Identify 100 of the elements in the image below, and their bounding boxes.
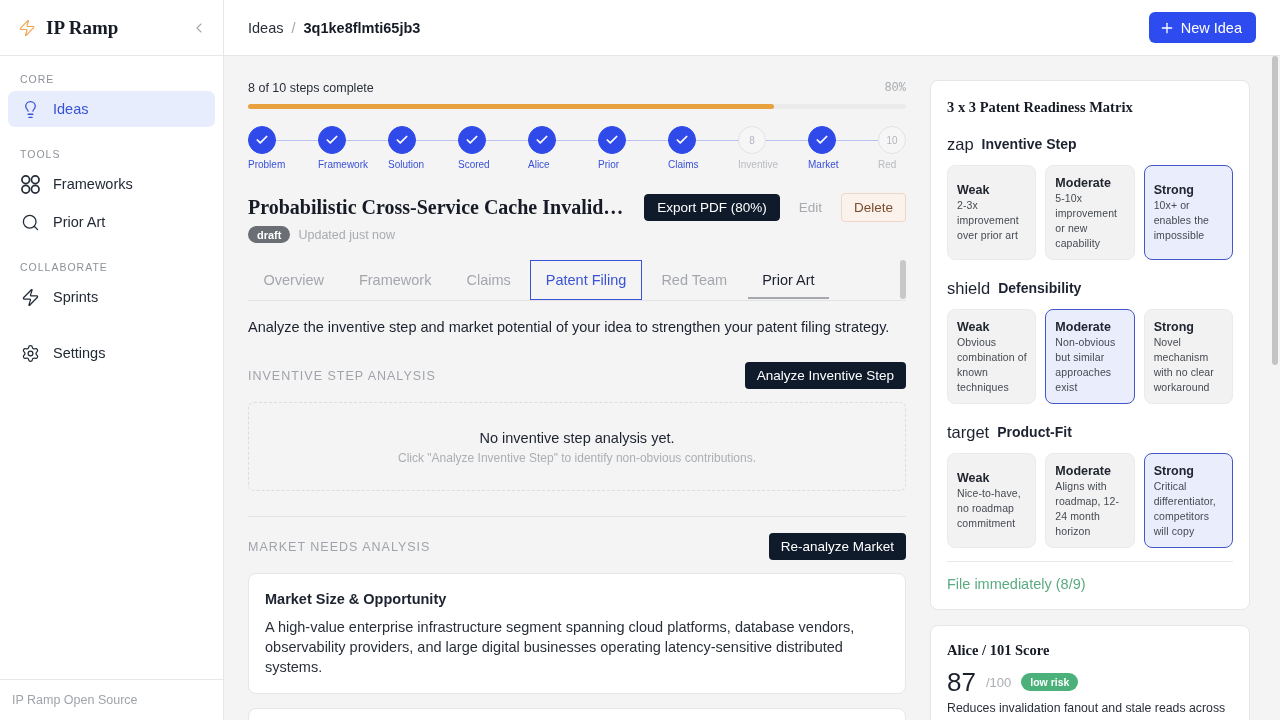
progress-percent: 80% [884, 81, 906, 95]
step-connector [416, 140, 458, 141]
updated-text: Updated just now [298, 227, 396, 242]
action-button[interactable]: Delete [840, 193, 906, 222]
step-connector [836, 140, 878, 141]
option-description: 2-3x improvement over prior art [957, 198, 1020, 243]
option-description: Non-obvious but similar approaches exist [1055, 334, 1117, 395]
matrix-option[interactable]: Strong Novel mechanism with no clear workaround [1143, 309, 1233, 404]
nav-item[interactable]: Settings [8, 335, 215, 371]
card-title: Alice / 101 Score [947, 641, 1051, 659]
analyze-button[interactable]: Analyze Inventive Step [744, 362, 906, 389]
check-icon [535, 133, 549, 147]
section-heading: INVENTIVE STEP ANALYSIS [248, 368, 436, 383]
breadcrumb-link[interactable]: Ideas [248, 19, 284, 36]
verdict-text: File immediately (8/9) [947, 575, 1087, 594]
check-icon [675, 133, 689, 147]
option-name: Strong [1153, 182, 1195, 198]
breadcrumb-separator: / [291, 19, 296, 36]
nav-item[interactable]: Ideas [8, 91, 215, 127]
option-name: Strong [1153, 462, 1195, 479]
page-scrollbar[interactable] [1272, 56, 1278, 365]
check-icon [325, 133, 339, 147]
card-title: Market Size & Opportunity [265, 590, 448, 609]
criterion-icon-text: shield [947, 278, 991, 298]
step-label: Solution [388, 158, 425, 171]
nav-item[interactable]: Sprints [8, 279, 215, 315]
step-connector [346, 140, 388, 141]
intro-text: Analyze the inventive step and market potential of your idea to strengthen your patent filing strategy. [248, 318, 891, 337]
footer-text: IP Ramp Open Source [0, 679, 223, 720]
score-summary: Reduces invalidation fanout and stale reads across [947, 700, 1226, 716]
check-icon [465, 133, 479, 147]
card-title: 3 x 3 Patent Readiness Matrix [947, 98, 1134, 116]
option-description: 10x+ or enables the impossible [1153, 198, 1211, 243]
step-label: Prior [598, 158, 620, 171]
step-connector [486, 140, 528, 141]
option-description: 5-10x improvement or new capability [1055, 190, 1119, 251]
matrix-option[interactable]: Strong 10x+ or enables the impossible [1143, 165, 1233, 260]
option-description: Nice-to-have, no roadmap commitment [957, 486, 1022, 531]
status-badge: draft [248, 226, 291, 243]
step-label: Claims [668, 158, 699, 171]
option-description: Critical differentiator, competitors will copy [1153, 478, 1217, 539]
section-heading: MARKET NEEDS ANALYSIS [248, 539, 431, 554]
step-label: Market [808, 158, 839, 171]
step-label: Scored [458, 158, 490, 171]
tab[interactable]: Prior Art [746, 260, 831, 300]
matrix-option[interactable]: Strong Critical differentiator, competitors will copy [1143, 453, 1233, 548]
check-icon [255, 133, 269, 147]
option-name: Strong [1153, 318, 1195, 335]
step-label: Red [878, 158, 897, 171]
idea-title: Probabilistic Cross-Service Cache Invalid… [248, 196, 625, 219]
search-icon [21, 212, 40, 232]
step-connector [556, 140, 598, 141]
empty-state-hint: Click "Analyze Inventive Step" to identify non-obvious contributions. [397, 449, 756, 466]
step-connector [766, 140, 808, 141]
step-marker: 10 [878, 126, 906, 154]
step-connector [626, 140, 668, 141]
section-heading: TOOLS [19, 147, 62, 161]
risk-badge: low risk [1021, 673, 1079, 691]
option-name: Moderate [1055, 462, 1112, 479]
criterion-icon-text: target [947, 422, 990, 442]
nav-item[interactable]: Prior Art [8, 204, 215, 240]
reanalyze-button[interactable]: Re-analyze Market [768, 533, 906, 560]
matrix-option[interactable]: Moderate Aligns with roadmap, 12-24 month horizon [1045, 453, 1135, 548]
action-button[interactable]: Export PDF (80%) [644, 194, 780, 221]
matrix-option[interactable]: Weak 2-3x improvement over prior art [947, 165, 1037, 260]
card-text: A high-value enterprise infrastructure segment spanning cloud platforms, database vendors, observability providers, and large digital businesses operating latency-sensitive distributed systems. [265, 618, 856, 677]
tab[interactable]: Patent Filing [530, 260, 642, 300]
step-label: Problem [248, 158, 286, 171]
criterion-name: Inventive Step [981, 136, 1077, 152]
step-label: Inventive [738, 158, 779, 171]
option-description: Aligns with roadmap, 12-24 month horizon [1055, 478, 1120, 539]
option-name: Moderate [1055, 174, 1112, 191]
step-marker: 8 [738, 126, 766, 154]
matrix-option[interactable]: Moderate 5-10x improvement or new capability [1045, 165, 1135, 260]
breadcrumb-link[interactable]: 3q1ke8flmti65jb3 [303, 19, 421, 36]
score-value: 87 [947, 666, 976, 698]
option-name: Weak [957, 182, 991, 198]
settings-icon [21, 343, 40, 363]
check-icon [815, 133, 829, 147]
tab-scrollbar[interactable] [900, 260, 906, 299]
option-name: Weak [957, 318, 991, 335]
brand-name: IP Ramp [46, 16, 119, 39]
step-connector [696, 140, 738, 141]
option-name: Moderate [1055, 318, 1112, 335]
new-idea-button[interactable]: New Idea [1148, 12, 1256, 43]
step-label: Framework [318, 158, 368, 171]
option-description: Novel mechanism with no clear workaround [1153, 334, 1215, 395]
nav-item[interactable]: Frameworks [8, 166, 215, 202]
criterion-icon-text: zap [947, 134, 974, 154]
section-heading: COLLABORATE [19, 260, 109, 274]
criterion-name: Defensibility [998, 280, 1082, 296]
section-heading: CORE [19, 72, 56, 86]
lightning-icon [21, 287, 40, 307]
score-max: /100 [985, 674, 1012, 690]
matrix-option[interactable]: Moderate Non-obvious but similar approaches exist [1045, 309, 1135, 404]
criterion-name: Product-Fit [997, 424, 1072, 440]
option-name: Weak [957, 470, 991, 486]
matrix-option[interactable]: Weak Obvious combination of known techniques [947, 309, 1037, 404]
check-icon [395, 133, 409, 147]
matrix-option[interactable]: Weak Nice-to-have, no roadmap commitment [947, 453, 1037, 548]
